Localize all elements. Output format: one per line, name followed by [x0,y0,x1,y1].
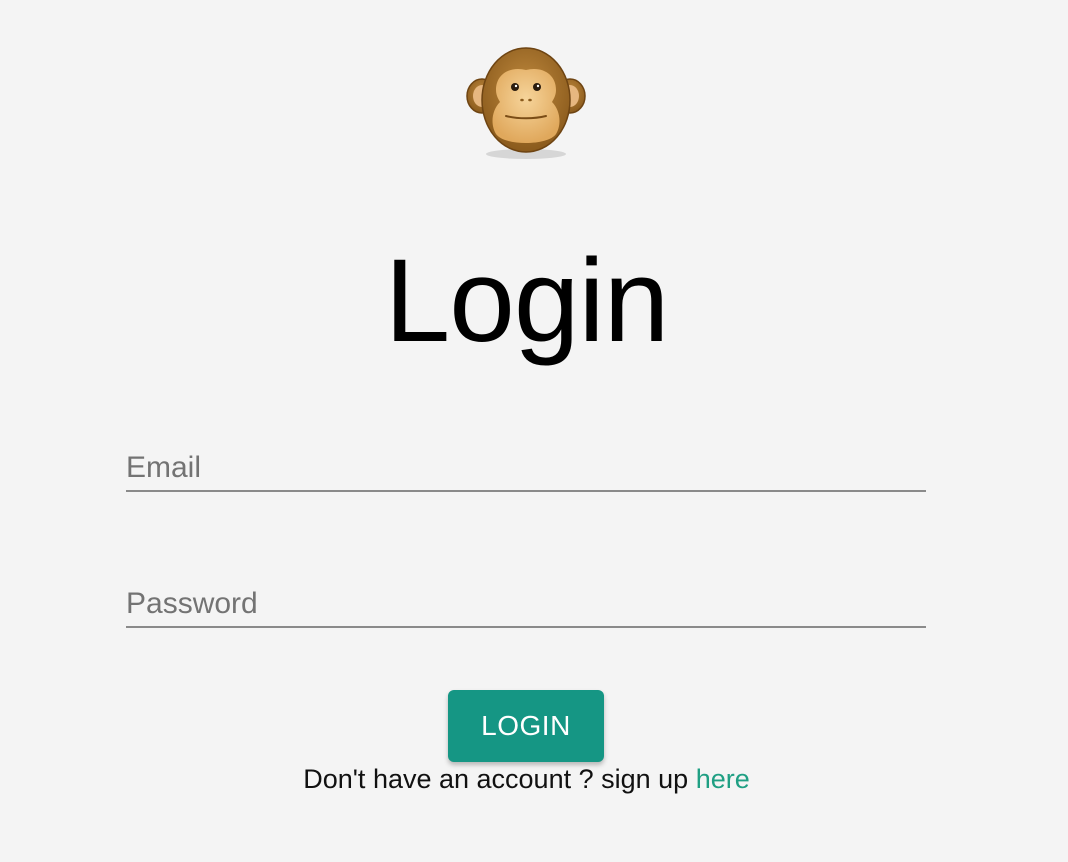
signup-link[interactable]: here [696,764,750,794]
signup-prompt-text: Don't have an account ? sign up [303,764,696,794]
password-field-container [126,582,926,628]
email-field-container [126,446,926,492]
signup-prompt: Don't have an account ? sign up here [0,764,1053,795]
page-title: Login [384,235,670,367]
email-field[interactable] [126,446,926,490]
login-button[interactable]: LOGIN [448,690,604,762]
monkey-face-icon [466,44,586,162]
login-page: Login LOGIN Don't have an account ? sign… [0,0,1068,862]
password-field[interactable] [126,582,926,626]
